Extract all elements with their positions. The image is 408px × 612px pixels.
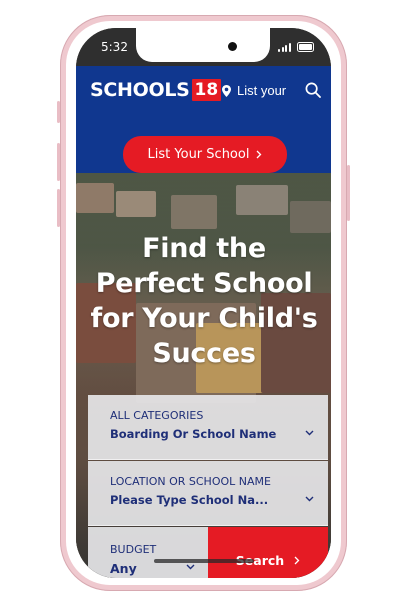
phone-side-button: [57, 101, 60, 123]
category-label: ALL CATEGORIES: [110, 409, 204, 422]
list-your-school-button[interactable]: List Your School: [123, 136, 287, 173]
chevron-right-icon: [294, 556, 300, 565]
hero-section: Find the Perfect School for Your Child's…: [76, 173, 331, 578]
battery-icon: [297, 42, 314, 52]
search-icon[interactable]: [305, 82, 321, 98]
background-house: [236, 185, 288, 215]
logo-text: SCHOOLS: [90, 79, 190, 101]
camera-icon: [228, 42, 237, 51]
list-your-link[interactable]: List your: [222, 83, 286, 98]
site-header: SCHOOLS 18 List your List Your School: [76, 66, 331, 173]
chevron-right-icon: [256, 150, 262, 159]
phone-side-button: [57, 189, 60, 227]
cta-label: List Your School: [147, 147, 250, 162]
signal-icon: [278, 42, 292, 52]
location-input[interactable]: LOCATION OR SCHOOL NAME Please Type Scho…: [88, 461, 328, 526]
phone-side-button: [347, 165, 350, 221]
chevron-down-icon: [305, 430, 314, 436]
logo-number: 18: [191, 79, 222, 101]
background-house: [171, 195, 217, 229]
brand-logo[interactable]: SCHOOLS 18: [90, 79, 222, 101]
background-house: [76, 183, 114, 213]
budget-value: Any: [110, 561, 137, 576]
status-time: 5:32: [101, 40, 128, 54]
category-select[interactable]: ALL CATEGORIES Boarding Or School Name: [88, 395, 328, 460]
background-house: [116, 191, 156, 217]
location-label: LOCATION OR SCHOOL NAME: [110, 475, 271, 488]
budget-label: BUDGET: [110, 543, 157, 556]
status-bar: 5:32: [76, 28, 331, 66]
notch: [136, 28, 270, 62]
list-your-label: List your: [237, 83, 287, 98]
chevron-down-icon: [305, 496, 314, 502]
hero-title: Find the Perfect School for Your Child's…: [90, 233, 318, 369]
phone-frame: 5:32 SCHOOLS 18 List your List Your Scho: [57, 15, 350, 591]
home-indicator[interactable]: [154, 559, 254, 563]
phone-screen: 5:32 SCHOOLS 18 List your List Your Scho: [76, 28, 331, 578]
search-form: ALL CATEGORIES Boarding Or School Name L…: [88, 395, 328, 578]
search-button[interactable]: Search: [208, 527, 328, 578]
category-value: Boarding Or School Name: [110, 427, 277, 441]
budget-select[interactable]: BUDGET Any: [88, 527, 208, 578]
background-house: [290, 201, 331, 233]
location-pin-icon: [222, 84, 231, 97]
location-value: Please Type School Na...: [110, 493, 269, 507]
phone-side-button: [57, 143, 60, 181]
chevron-down-icon: [186, 564, 195, 570]
